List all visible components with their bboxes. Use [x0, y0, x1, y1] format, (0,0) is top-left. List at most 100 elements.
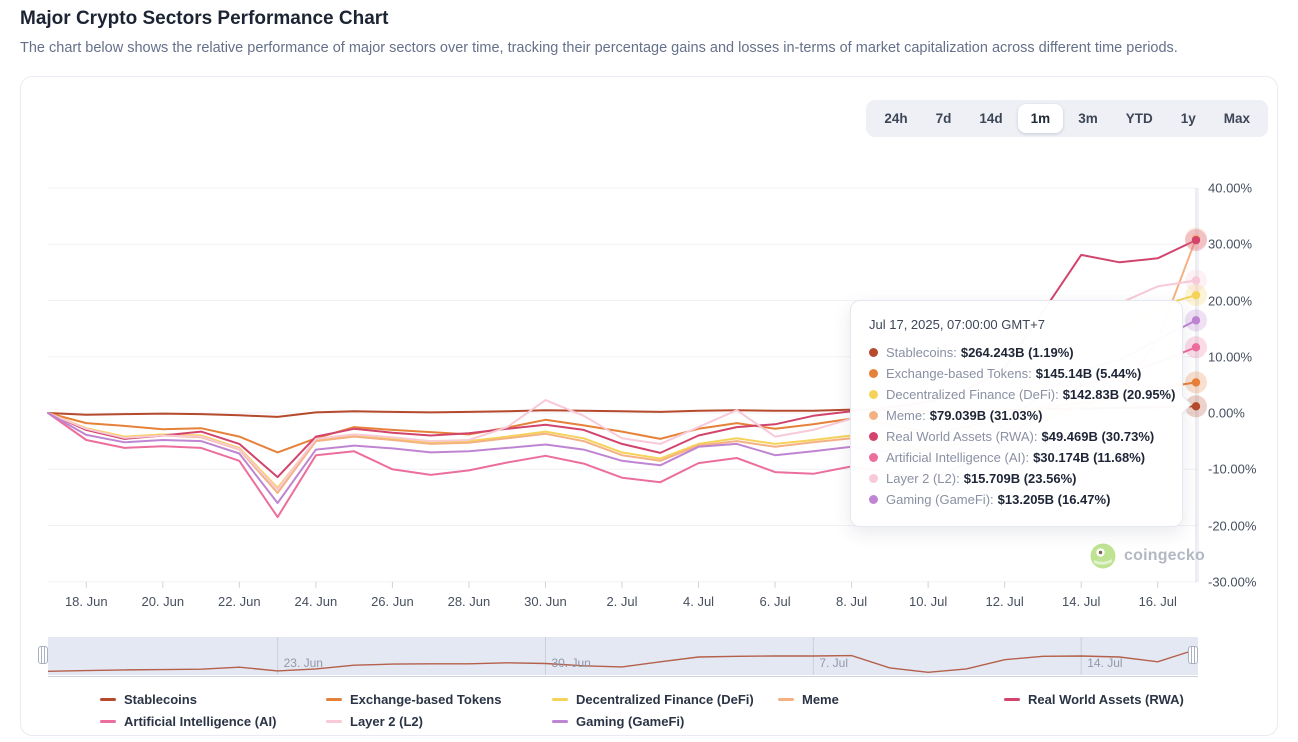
- navigator-left-handle[interactable]: [38, 646, 48, 664]
- tooltip-series-value: $79.039B (31.03%): [930, 408, 1043, 423]
- tooltip-series-value: $142.83B (20.95%): [1063, 387, 1176, 402]
- x-axis-label: 26. Jun: [357, 594, 427, 609]
- tooltip-series-dot: [869, 411, 878, 420]
- y-axis-label: -30.00%: [1208, 574, 1278, 589]
- coingecko-gecko-icon: [1090, 543, 1116, 569]
- tooltip-series-label: Stablecoins: [886, 345, 953, 360]
- coingecko-watermark: coingecko: [1090, 543, 1205, 569]
- x-axis-label: 22. Jun: [204, 594, 274, 609]
- legend-label: Exchange-based Tokens: [350, 692, 501, 707]
- tooltip-series-dot: [869, 348, 878, 357]
- watermark-text: coingecko: [1124, 547, 1205, 565]
- tooltip-series-value: $30.174B (11.68%): [1033, 450, 1145, 465]
- tooltip-series-value: $15.709B (23.56%): [964, 471, 1077, 486]
- legend-marker-gaming-gamefi: [552, 720, 568, 723]
- tooltip-row: Stablecoins:$264.243B (1.19%): [869, 345, 1164, 360]
- navigator-label: 30. Jun: [551, 656, 590, 670]
- x-axis-label: 12. Jul: [970, 594, 1040, 609]
- endpoint-dot-exchange-based-tokens: [1192, 378, 1200, 386]
- y-axis-label: 20.00%: [1208, 293, 1278, 308]
- tooltip-series-label: Artificial Intelligence (AI): [886, 450, 1025, 465]
- tooltip-series-dot: [869, 474, 878, 483]
- y-axis-label: 0.00%: [1208, 406, 1278, 421]
- endpoint-dot-decentralized-finance-defi: [1192, 291, 1200, 299]
- legend-item-stablecoins[interactable]: Stablecoins: [100, 692, 326, 707]
- x-axis-label: 8. Jul: [817, 594, 887, 609]
- navigator-label: 23. Jun: [284, 656, 323, 670]
- x-axis-label: 18. Jun: [51, 594, 121, 609]
- tooltip-series-value: $49.469B (30.73%): [1041, 429, 1154, 444]
- tooltip-series-label: Decentralized Finance (DeFi): [886, 387, 1055, 402]
- tooltip-series-label: Meme: [886, 408, 922, 423]
- legend-item-gaming-gamefi[interactable]: Gaming (GameFi): [552, 714, 778, 729]
- tooltip-series-dot: [869, 432, 878, 441]
- tooltip-series-dot: [869, 495, 878, 504]
- legend-marker-exchange-based-tokens: [326, 698, 342, 701]
- tooltip-row: Decentralized Finance (DeFi):$142.83B (2…: [869, 387, 1164, 402]
- endpoint-dot-real-world-assets-rwa: [1192, 236, 1200, 244]
- tooltip-series-label: Real World Assets (RWA): [886, 429, 1034, 444]
- endpoint-dot-gaming-gamefi: [1192, 316, 1200, 324]
- legend-label: Gaming (GameFi): [576, 714, 684, 729]
- legend-marker-real-world-assets-rwa: [1004, 698, 1020, 701]
- endpoint-dot-layer-2-l2: [1192, 276, 1200, 284]
- legend-item-layer-2-l2[interactable]: Layer 2 (L2): [326, 714, 552, 729]
- y-axis-label: 30.00%: [1208, 237, 1278, 252]
- tooltip-series-value: $145.14B (5.44%): [1036, 366, 1142, 381]
- x-axis-label: 4. Jul: [664, 594, 734, 609]
- crypto-sectors-page: Major Crypto Sectors Performance Chart T…: [0, 0, 1298, 742]
- legend-item-artificial-intelligence-ai[interactable]: Artificial Intelligence (AI): [100, 714, 326, 729]
- legend-marker-layer-2-l2: [326, 720, 342, 723]
- endpoint-dot-artificial-intelligence-ai: [1192, 343, 1200, 351]
- legend-label: Meme: [802, 692, 839, 707]
- legend-item-decentralized-finance-defi[interactable]: Decentralized Finance (DeFi): [552, 692, 778, 707]
- tooltip-series-value: $13.205B (16.47%): [998, 492, 1111, 507]
- tooltip-row: Artificial Intelligence (AI):$30.174B (1…: [869, 450, 1164, 465]
- endpoint-dot-stablecoins: [1192, 402, 1200, 410]
- tooltip-series-label: Layer 2 (L2): [886, 471, 956, 486]
- legend-marker-stablecoins: [100, 698, 116, 701]
- x-axis-label: 28. Jun: [434, 594, 504, 609]
- legend-label: Decentralized Finance (DeFi): [576, 692, 754, 707]
- chart-legend: Stablecoins Exchange-based Tokens Decentra…: [100, 692, 1240, 729]
- legend-item-meme[interactable]: Meme: [778, 692, 1004, 707]
- tooltip-row: Meme:$79.039B (31.03%): [869, 408, 1164, 423]
- y-axis-label: 40.00%: [1208, 181, 1278, 196]
- tooltip-row: Gaming (GameFi):$13.205B (16.47%): [869, 492, 1164, 507]
- legend-marker-decentralized-finance-defi: [552, 698, 568, 701]
- y-axis-label: 10.00%: [1208, 349, 1278, 364]
- legend-label: Layer 2 (L2): [350, 714, 423, 729]
- chart-tooltip: Jul 17, 2025, 07:00:00 GMT+7 Stablecoins…: [850, 300, 1183, 527]
- tooltip-row: Layer 2 (L2):$15.709B (23.56%): [869, 471, 1164, 486]
- tooltip-row: Exchange-based Tokens:$145.14B (5.44%): [869, 366, 1164, 381]
- y-axis-label: -10.00%: [1208, 462, 1278, 477]
- tooltip-series-dot: [869, 453, 878, 462]
- tooltip-series-value: $264.243B (1.19%): [961, 345, 1074, 360]
- tooltip-series-dot: [869, 369, 878, 378]
- navigator[interactable]: [48, 637, 1198, 677]
- navigator-right-handle[interactable]: [1188, 646, 1198, 664]
- legend-item-exchange-based-tokens[interactable]: Exchange-based Tokens: [326, 692, 552, 707]
- x-axis-label: 2. Jul: [587, 594, 657, 609]
- legend-label: Real World Assets (RWA): [1028, 692, 1184, 707]
- x-axis-label: 14. Jul: [1046, 594, 1116, 609]
- tooltip-series-label: Exchange-based Tokens: [886, 366, 1028, 381]
- x-axis-label: 16. Jul: [1123, 594, 1193, 609]
- legend-marker-artificial-intelligence-ai: [100, 720, 116, 723]
- y-axis-label: -20.00%: [1208, 518, 1278, 533]
- legend-label: Stablecoins: [124, 692, 197, 707]
- navigator-label: 14. Jul: [1087, 656, 1122, 670]
- tooltip-title: Jul 17, 2025, 07:00:00 GMT+7: [869, 317, 1164, 332]
- legend-item-real-world-assets-rwa[interactable]: Real World Assets (RWA): [1004, 692, 1240, 707]
- tooltip-series-label: Gaming (GameFi): [886, 492, 990, 507]
- x-axis-label: 10. Jul: [893, 594, 963, 609]
- x-axis-label: 24. Jun: [281, 594, 351, 609]
- x-axis-label: 6. Jul: [740, 594, 810, 609]
- legend-marker-meme: [778, 698, 794, 701]
- tooltip-series-dot: [869, 390, 878, 399]
- legend-label: Artificial Intelligence (AI): [124, 714, 276, 729]
- x-axis-label: 30. Jun: [510, 594, 580, 609]
- tooltip-row: Real World Assets (RWA):$49.469B (30.73%…: [869, 429, 1164, 444]
- x-axis-label: 20. Jun: [128, 594, 198, 609]
- navigator-label: 7. Jul: [819, 656, 848, 670]
